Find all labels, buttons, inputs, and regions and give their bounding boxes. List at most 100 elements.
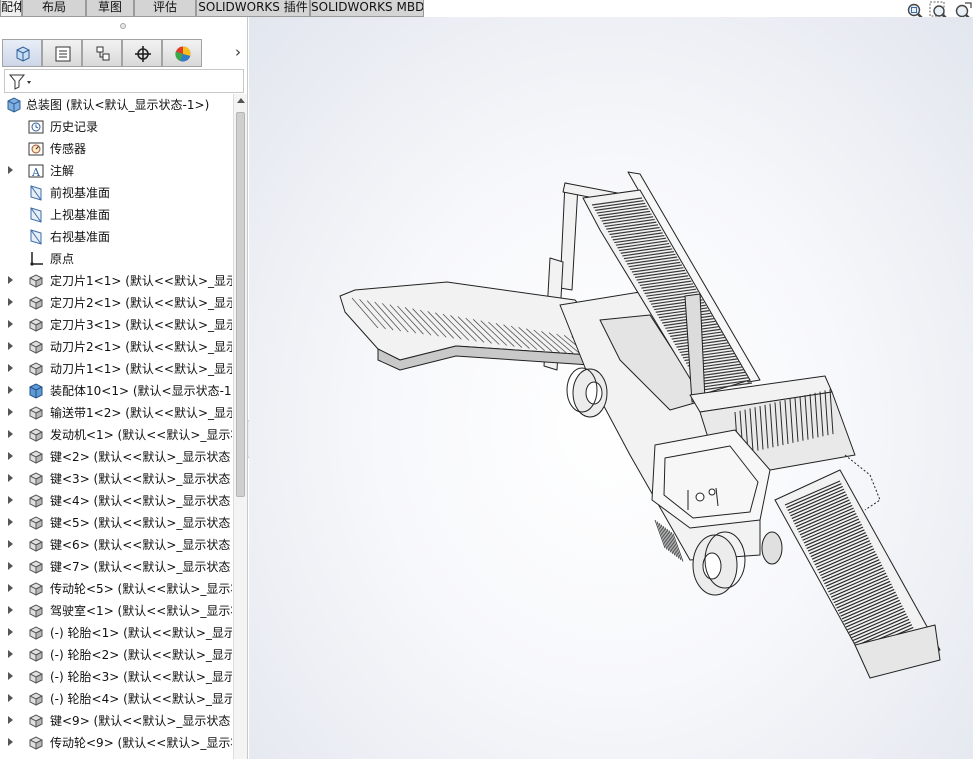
plane-icon [27,184,45,202]
tree-filter[interactable] [4,69,244,93]
expand-arrow-icon[interactable] [8,386,13,394]
expand-arrow-icon[interactable] [8,452,13,460]
tree-item[interactable]: (-) 轮胎<2> (默认<<默认>_显示状 [0,644,232,666]
expand-arrow-icon[interactable] [8,276,13,284]
tree-item[interactable]: 键<2> (默认<<默认>_显示状态 1 [0,446,232,468]
tree-item[interactable]: 定刀片3<1> (默认<<默认>_显示状 [0,314,232,336]
expand-arrow-icon[interactable] [8,364,13,372]
tree-item[interactable]: 传动轮<9> (默认<<默认>_显示状 [0,732,232,754]
annotation-icon: A [27,162,45,180]
part-icon [27,624,45,642]
part-icon [27,426,45,444]
tab-command-1[interactable]: 布局 [22,0,86,17]
tab-propertymanager[interactable] [42,39,82,67]
tree-item[interactable]: 键<4> (默认<<默认>_显示状态 1 [0,490,232,512]
tree-item[interactable]: 前视基准面 [0,182,232,204]
filter-icon [8,74,31,90]
harvester-assembly-model[interactable] [249,17,973,759]
tree-item[interactable]: (-) 轮胎<3> (默认<<默认>_显示状 [0,666,232,688]
expand-arrow-icon[interactable] [8,540,13,548]
tab-command-4[interactable]: SOLIDWORKS 插件 [196,0,310,17]
tree-item[interactable]: (-) 轮胎<4> (默认<<默认>_显示状 [0,688,232,710]
scroll-thumb[interactable] [236,112,245,497]
graphics-area[interactable] [249,17,973,759]
tree-root-label: 总装图 (默认<默认_显示状态-1>) [26,98,210,112]
tree-item-label: 原点 [50,252,75,266]
expand-arrow-icon[interactable] [8,342,13,350]
feature-tree: 总装图 (默认<默认_显示状态-1>) 历史记录 传感器 A 注解前视基准面上视基准面右… [0,94,232,759]
tree-item-label: 右视基准面 [50,230,111,244]
tree-item[interactable]: 历史记录 [0,116,232,138]
expand-arrow-icon[interactable] [8,650,13,658]
tab-dimxpertmanager[interactable] [122,39,162,67]
tree-item-label: 上视基准面 [50,208,111,222]
tab-command-0[interactable]: 配体 [0,0,22,17]
panel-grip-handle[interactable] [120,23,126,29]
tree-item[interactable]: 发动机<1> (默认<<默认>_显示状 [0,424,232,446]
tree-item-label: 前视基准面 [50,186,111,200]
expand-arrow-icon[interactable] [8,430,13,438]
tree-item[interactable]: 定刀片2<1> (默认<<默认>_显示状 [0,292,232,314]
tree-item-label: 键<7> (默认<<默认>_显示状态 1 [50,560,232,574]
tree-item-label: 键<2> (默认<<默认>_显示状态 1 [50,450,232,464]
expand-arrow-icon[interactable] [8,166,13,174]
dimxpertmanager-icon [135,46,151,62]
tree-item-label: 注解 [50,164,75,178]
tab-command-2[interactable]: 草图 [86,0,134,17]
tree-item[interactable]: 传感器 [0,138,232,160]
part-icon [27,668,45,686]
tree-item[interactable]: 动刀片1<1> (默认<<默认>_显示状 [0,358,232,380]
expand-arrow-icon[interactable] [8,562,13,570]
tab-command-3[interactable]: 评估 [134,0,196,17]
tree-item[interactable]: 驾驶室<1> (默认<<默认>_显示状 [0,600,232,622]
expand-arrow-icon[interactable] [8,628,13,636]
expand-arrow-icon[interactable] [8,738,13,746]
tree-item[interactable]: 上视基准面 [0,204,232,226]
tree-item-label: 键<9> (默认<<默认>_显示状态 1 [50,714,232,728]
expand-arrow-icon[interactable] [8,716,13,724]
tree-item[interactable]: 原点 [0,248,232,270]
tree-item[interactable]: 传动轮<5> (默认<<默认>_显示状 [0,578,232,600]
tab-command-5[interactable]: SOLIDWORKS MBD [310,0,424,17]
expand-arrow-icon[interactable] [8,606,13,614]
tree-item[interactable]: A 注解 [0,160,232,182]
tree-item[interactable]: 装配体10<1> (默认<显示状态-1> [0,380,232,402]
tree-scrollbar[interactable] [233,94,247,759]
expand-arrow-icon[interactable] [8,298,13,306]
scroll-up-arrow-icon[interactable] [237,98,245,103]
subassembly-icon [27,382,45,400]
tree-item[interactable]: 键<6> (默认<<默认>_显示状态 1 [0,534,232,556]
expand-arrow-icon[interactable] [8,408,13,416]
tree-item[interactable]: 键<7> (默认<<默认>_显示状态 1 [0,556,232,578]
expand-arrow-icon[interactable] [8,496,13,504]
tree-item-label: 定刀片1<1> (默认<<默认>_显示状 [50,274,232,288]
tree-item[interactable]: 定刀片1<1> (默认<<默认>_显示状 [0,270,232,292]
part-icon [27,602,45,620]
more-tabs-chevron-icon[interactable]: › [230,43,246,63]
tree-item[interactable]: 键<9> (默认<<默认>_显示状态 1 [0,710,232,732]
tab-featuremanager[interactable] [2,39,42,67]
origin-icon [27,250,45,268]
tree-item-label: 定刀片3<1> (默认<<默认>_显示状 [50,318,232,332]
expand-arrow-icon[interactable] [8,672,13,680]
tree-item[interactable]: 输送带1<2> (默认<<默认>_显示状 [0,402,232,424]
displaymanager-icon [175,46,191,62]
tree-item-label: 动刀片2<1> (默认<<默认>_显示状 [50,340,232,354]
expand-arrow-icon[interactable] [8,474,13,482]
tree-item[interactable]: 动刀片2<1> (默认<<默认>_显示状 [0,336,232,358]
expand-arrow-icon[interactable] [8,694,13,702]
expand-arrow-icon[interactable] [8,518,13,526]
expand-arrow-icon[interactable] [8,320,13,328]
tab-displaymanager[interactable] [162,39,202,67]
tree-root-assembly[interactable]: 总装图 (默认<默认_显示状态-1>) [0,94,232,116]
tree-item[interactable]: (-) 轮胎<1> (默认<<默认>_显示状 [0,622,232,644]
svg-text:A: A [31,166,41,179]
tree-item-label: 键<5> (默认<<默认>_显示状态 1 [50,516,232,530]
part-icon [27,646,45,664]
tree-item[interactable]: 右视基准面 [0,226,232,248]
tree-item[interactable]: 键<5> (默认<<默认>_显示状态 1 [0,512,232,534]
tree-item[interactable]: 键<3> (默认<<默认>_显示状态 1 [0,468,232,490]
expand-arrow-icon[interactable] [8,584,13,592]
tab-configurationmanager[interactable] [82,39,122,67]
part-icon [27,404,45,422]
